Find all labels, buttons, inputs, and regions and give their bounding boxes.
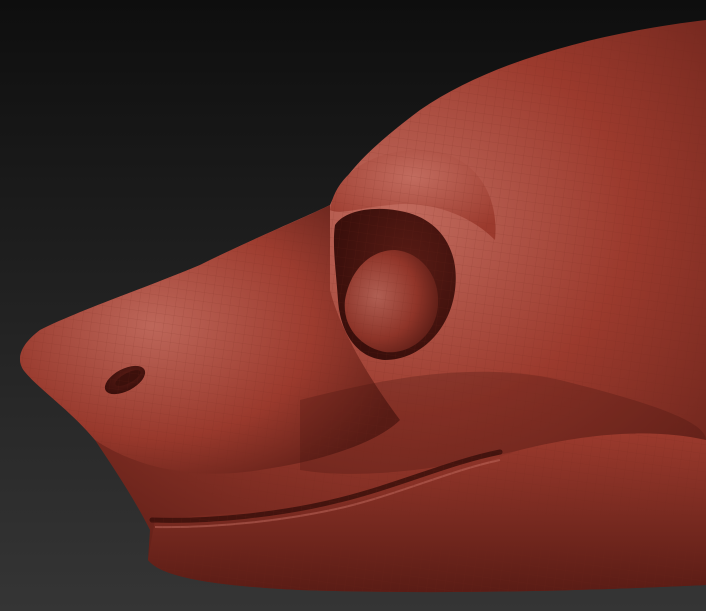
sculpt-viewport[interactable] (0, 0, 706, 611)
sculpt-canvas (0, 0, 706, 611)
